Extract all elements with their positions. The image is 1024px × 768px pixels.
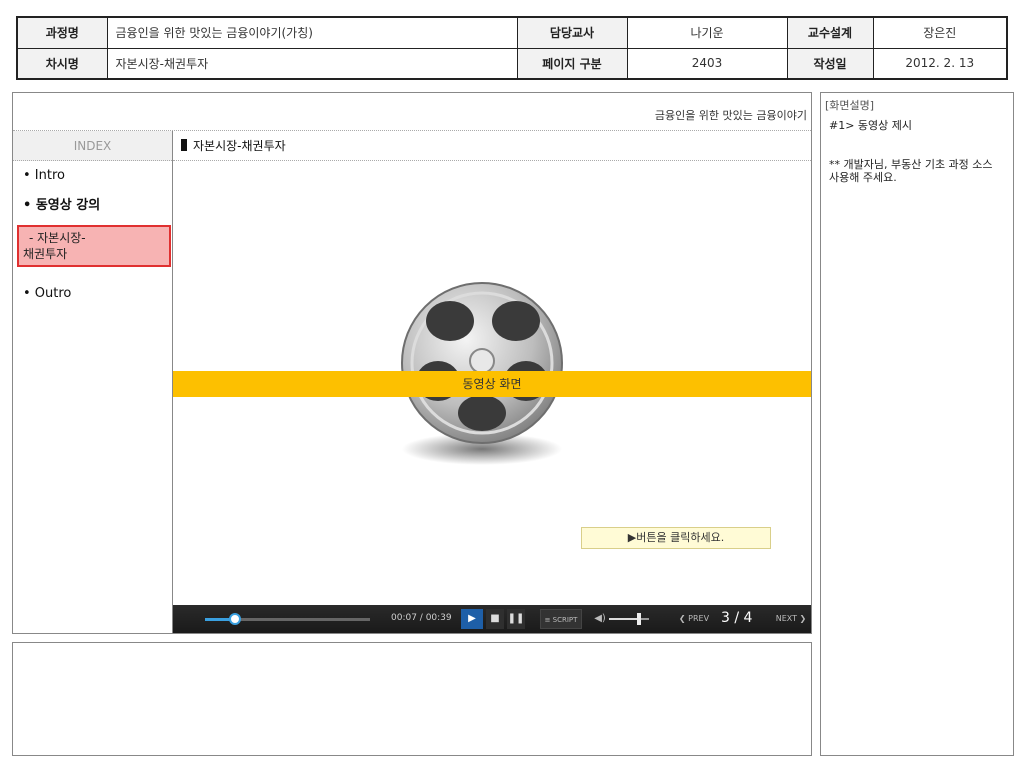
sidebar-item-outro[interactable]: • Outro (13, 279, 172, 309)
design-label: 교수설계 (786, 16, 874, 49)
info-row-2: 차시명 자본시장-채권투자 페이지 구분 2403 작성일 2012. 2. 1… (16, 47, 1008, 80)
main-frame: 금융인을 위한 맛있는 금융이야기 INDEX • Intro • 동영상 강의… (12, 92, 812, 634)
pause-button[interactable]: ❚❚ (507, 609, 525, 629)
session-label: 차시명 (16, 47, 108, 80)
page-indicator: 3 / 4 (721, 610, 753, 626)
stop-icon: ■ (490, 613, 500, 624)
heading-bar-icon (181, 139, 187, 151)
date-label: 작성일 (786, 47, 874, 80)
bottom-note-box (12, 642, 812, 756)
video-player-controls: 00:07 / 00:39 ▶ ■ ❚❚ ≡ SCRIPT ◀) ❮ PREV … (173, 605, 811, 633)
progress-track[interactable] (205, 613, 370, 625)
course-value: 금융인을 위한 맛있는 금융이야기(가칭) (106, 16, 518, 49)
play-icon: ▶ (468, 613, 476, 624)
volume-icon[interactable]: ◀) (593, 609, 607, 629)
progress-handle[interactable] (228, 613, 241, 625)
course-label: 과정명 (16, 16, 108, 49)
volume-handle[interactable] (637, 613, 641, 625)
sidebar-subitem-line2: 채권투자 (23, 247, 68, 261)
screen-description-panel: [화면설명] #1> 동영상 제시 ** 개발자님, 부동산 기초 과정 소스 … (820, 92, 1014, 756)
video-placeholder-band: 동영상 화면 (173, 371, 811, 397)
sidebar-item-video-lecture[interactable]: • 동영상 강의 (13, 191, 172, 221)
content-heading: 자본시장-채권투자 (173, 131, 811, 161)
volume-fill (609, 618, 639, 620)
sidebar: INDEX • Intro • 동영상 강의 - 자본시장- 채권투자 • Ou… (13, 131, 173, 633)
click-instruction-callout: ▶버튼을 클릭하세요. (581, 527, 771, 549)
description-line-2: ** 개발자님, 부동산 기초 과정 소스 사용해 주세요. (829, 158, 993, 184)
index-label: INDEX (13, 131, 172, 161)
top-strip: 금융인을 위한 맛있는 금융이야기 (13, 93, 811, 131)
play-button[interactable]: ▶ (461, 609, 483, 629)
stop-button[interactable]: ■ (486, 609, 504, 629)
session-value: 자본시장-채권투자 (106, 47, 518, 80)
sidebar-subitem-line1: - 자본시장- (29, 231, 86, 245)
sidebar-item-capital-market-bond[interactable]: - 자본시장- 채권투자 (17, 225, 171, 267)
page-label: 페이지 구분 (516, 47, 628, 80)
teacher-label: 담당교사 (516, 16, 628, 49)
design-value: 장은진 (872, 16, 1008, 49)
page-value: 2403 (626, 47, 788, 80)
info-row-1: 과정명 금융인을 위한 맛있는 금융이야기(가칭) 담당교사 나기운 교수설계 … (16, 16, 1008, 49)
prev-button[interactable]: ❮ PREV (677, 609, 711, 629)
teacher-value: 나기운 (626, 16, 788, 49)
description-gap (821, 132, 1013, 152)
pause-icon: ❚❚ (507, 613, 525, 624)
description-line-1: #1> 동영상 제시 (829, 119, 913, 132)
sidebar-item-intro[interactable]: • Intro (13, 161, 172, 191)
course-title: 금융인을 위한 맛있는 금융이야기 (654, 109, 807, 122)
content-area: 자본시장-채권투자 동영상 화면 00:07 / 00:39 ▶ ■ ❚❚ ≡ … (173, 131, 811, 633)
info-table: 과정명 금융인을 위한 맛있는 금융이야기(가칭) 담당교사 나기운 교수설계 … (16, 16, 1008, 80)
next-button[interactable]: NEXT ❯ (773, 609, 809, 629)
content-heading-text: 자본시장-채권투자 (193, 139, 286, 153)
description-title: [화면설명] (825, 99, 875, 112)
time-display: 00:07 / 00:39 (391, 613, 452, 623)
date-value: 2012. 2. 13 (872, 47, 1008, 80)
script-button[interactable]: ≡ SCRIPT (540, 609, 582, 629)
volume-slider[interactable] (609, 613, 649, 625)
